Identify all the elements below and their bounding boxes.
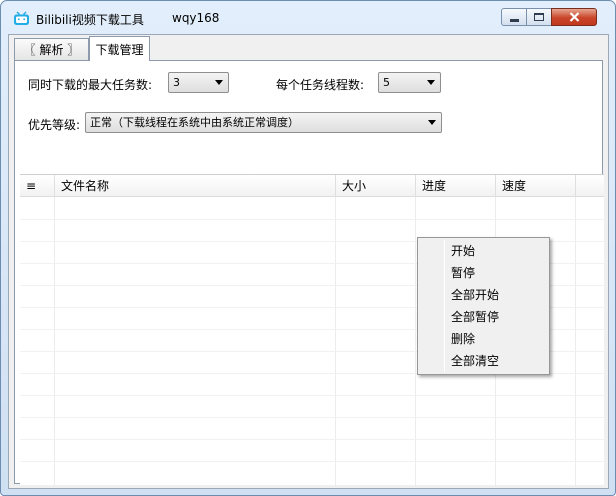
column-header-progress[interactable]: 进度 bbox=[416, 175, 496, 197]
max-tasks-label: 同时下载的最大任务数: bbox=[28, 78, 153, 92]
window-author: wqy168 bbox=[172, 11, 220, 25]
grid-line bbox=[20, 395, 604, 396]
maximize-button[interactable] bbox=[526, 8, 552, 26]
context-menu: 开始 暂停 全部开始 全部暂停 删除 全部清空 bbox=[417, 237, 550, 375]
column-header-size[interactable]: 大小 bbox=[336, 175, 416, 197]
close-button[interactable] bbox=[551, 8, 597, 26]
priority-label: 优先等级: bbox=[28, 118, 81, 132]
download-list-header: ≡ 文件名称 大小 进度 速度 bbox=[20, 175, 604, 197]
priority-select[interactable]: 正常（下载线程在系统中由系统正常调度） bbox=[85, 112, 442, 133]
maximize-icon bbox=[534, 13, 544, 21]
tab-parse[interactable]: 〖 解析 〗 bbox=[14, 38, 89, 60]
column-header-menu[interactable]: ≡ bbox=[20, 175, 55, 197]
threads-value: 5 bbox=[383, 76, 390, 89]
tab-parse-label: 〖 解析 〗 bbox=[23, 43, 80, 57]
close-icon bbox=[569, 12, 579, 22]
max-tasks-select[interactable]: 3 bbox=[168, 72, 229, 93]
menu-item-pause[interactable]: 暂停 bbox=[421, 262, 546, 284]
threads-label: 每个任务线程数: bbox=[276, 78, 365, 92]
tab-download-manager-label: 下载管理 bbox=[95, 42, 144, 57]
column-header-filename[interactable]: 文件名称 bbox=[55, 175, 336, 197]
bilibili-tv-icon bbox=[14, 11, 29, 25]
menu-item-delete[interactable]: 删除 bbox=[421, 328, 546, 350]
window-title: Bilibili视频下载工具 bbox=[36, 13, 144, 27]
column-header-speed[interactable]: 速度 bbox=[496, 175, 576, 197]
grid-line bbox=[20, 461, 604, 462]
grid-line bbox=[20, 417, 604, 418]
menu-item-pause-all[interactable]: 全部暂停 bbox=[421, 306, 546, 328]
grid-line bbox=[20, 439, 604, 440]
priority-value: 正常（下载线程在系统中由系统正常调度） bbox=[90, 116, 299, 129]
menu-item-start[interactable]: 开始 bbox=[421, 240, 546, 262]
tab-download-manager[interactable]: 下载管理 bbox=[89, 36, 150, 61]
menu-item-start-all[interactable]: 全部开始 bbox=[421, 284, 546, 306]
grid-line bbox=[20, 219, 604, 220]
threads-select[interactable]: 5 bbox=[378, 72, 441, 93]
minimize-button[interactable] bbox=[501, 8, 527, 26]
title-bar[interactable]: Bilibili视频下载工具 wqy168 bbox=[1, 1, 615, 33]
chevron-down-icon bbox=[428, 120, 436, 125]
menu-item-clear-all[interactable]: 全部清空 bbox=[421, 350, 546, 372]
minimize-icon bbox=[509, 18, 519, 22]
chevron-down-icon bbox=[427, 80, 435, 85]
max-tasks-value: 3 bbox=[173, 76, 180, 89]
chevron-down-icon bbox=[215, 80, 223, 85]
